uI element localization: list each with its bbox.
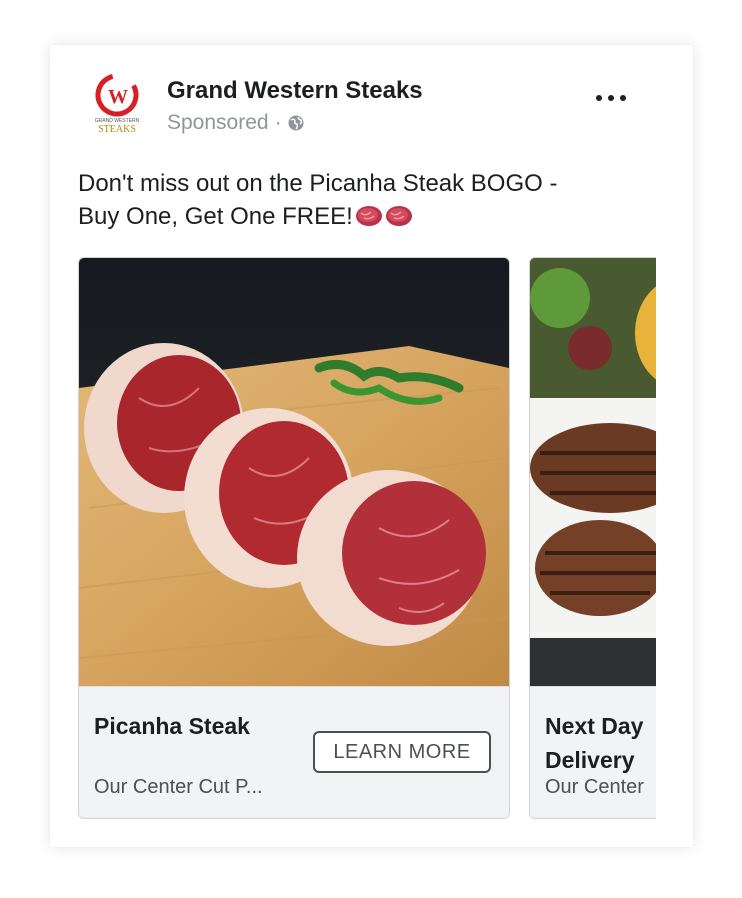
page-name[interactable]: Grand Western Steaks — [167, 77, 423, 105]
post-text-line2: Buy One, Get One FREE! — [78, 203, 353, 230]
carousel-card-footer: Picanha Steak LEARN MORE Our Center Cut … — [79, 686, 509, 818]
more-options-icon[interactable] — [594, 89, 634, 109]
carousel-card-title[interactable]: Next Day Delivery — [545, 709, 656, 777]
raw-steak-emoji-icon — [355, 206, 382, 226]
meta-separator: · — [274, 111, 282, 134]
carousel-card-title[interactable]: Picanha Steak — [94, 709, 250, 743]
picanha-steak-photo[interactable] — [79, 258, 509, 686]
carousel-card-delivery[interactable]: Next Day Delivery Our Center — [529, 257, 656, 819]
logo-letters: W — [108, 86, 128, 108]
raw-steak-emoji-icon — [385, 206, 412, 226]
post-text-line1: Don't miss out on the Picanha Steak BOGO… — [78, 170, 558, 197]
sponsored-label[interactable]: Sponsored — [167, 111, 269, 135]
carousel-card-picanha[interactable]: Picanha Steak LEARN MORE Our Center Cut … — [78, 257, 510, 819]
logo-bottom-text: STEAKS — [98, 124, 136, 135]
post-text-line2-row: Buy One, Get One FREE! — [78, 200, 638, 233]
learn-more-button[interactable]: LEARN MORE — [313, 731, 491, 773]
brand-logo-icon[interactable]: W GRAND WESTERN STEAKS — [90, 73, 144, 135]
post-text: Don't miss out on the Picanha Steak BOGO… — [78, 167, 638, 233]
grilled-steaks-plate-photo[interactable] — [530, 258, 656, 686]
carousel: Picanha Steak LEARN MORE Our Center Cut … — [78, 257, 656, 819]
sponsored-post-card: W GRAND WESTERN STEAKS Grand Western Ste… — [50, 45, 693, 847]
globe-icon — [288, 115, 304, 131]
carousel-card-description: Our Center — [545, 776, 644, 798]
post-meta: Sponsored · — [167, 111, 304, 135]
carousel-card-description: Our Center Cut P... — [94, 776, 263, 798]
carousel-card-footer: Next Day Delivery Our Center — [530, 686, 656, 818]
